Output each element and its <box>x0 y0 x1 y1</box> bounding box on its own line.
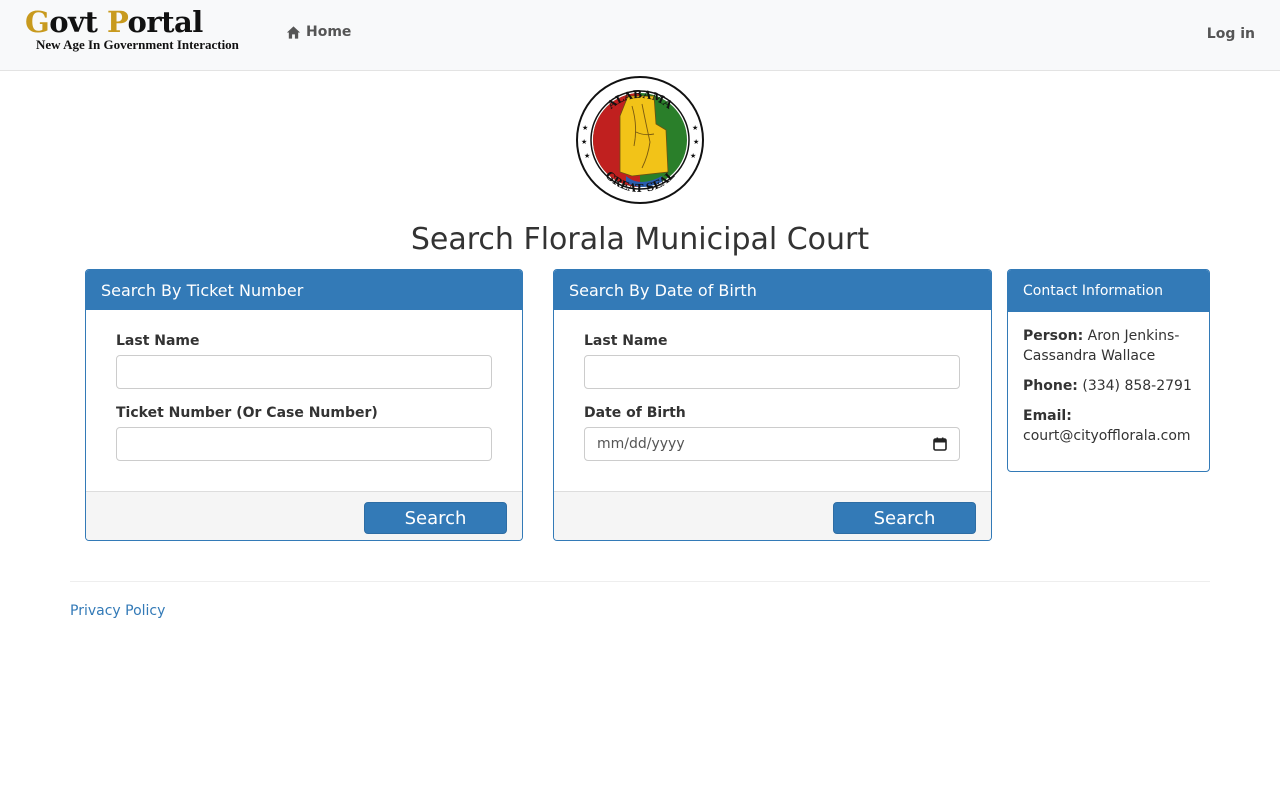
brand-subtitle: New Age In Government Interaction <box>36 37 239 52</box>
brand-logo[interactable]: Govt Portal New Age In Government Intera… <box>25 6 255 56</box>
dob-last-name-label: Last Name <box>584 333 668 349</box>
contact-panel-body: Person: Aron Jenkins-Cassandra Wallace P… <box>1008 312 1209 471</box>
alabama-great-seal-image: ALABAMA GREAT SEAL ★ ★ ★ ★ ★ ★ <box>576 76 704 204</box>
dob-last-name-input[interactable] <box>584 355 960 389</box>
dob-search-button[interactable]: Search <box>833 502 976 534</box>
page-title: Search Florala Municipal Court <box>410 222 870 257</box>
svg-text:★: ★ <box>692 124 698 132</box>
dob-panel-footer: Search <box>554 491 991 540</box>
login-link[interactable]: Log in <box>1207 26 1255 42</box>
dob-label: Date of Birth <box>584 405 686 421</box>
privacy-policy-link[interactable]: Privacy Policy <box>70 603 165 619</box>
brand-title: Govt Portal <box>25 5 203 39</box>
ticket-last-name-input[interactable] <box>116 355 492 389</box>
calendar-icon[interactable] <box>933 437 947 451</box>
dob-panel-body: Last Name Date of Birth mm/dd/yyyy <box>554 310 991 491</box>
ticket-number-input[interactable] <box>116 427 492 461</box>
dob-placeholder: mm/dd/yyyy <box>597 436 685 452</box>
contact-phone-row: Phone: (334) 858-2791 <box>1023 376 1194 396</box>
footer-divider <box>70 581 1210 582</box>
ticket-number-label: Ticket Number (Or Case Number) <box>116 405 378 421</box>
ticket-search-button[interactable]: Search <box>364 502 507 534</box>
nav-home-link[interactable]: Home <box>286 24 351 40</box>
nav-home-label: Home <box>306 24 352 40</box>
dob-panel-heading: Search By Date of Birth <box>554 270 991 310</box>
svg-text:★: ★ <box>581 138 587 146</box>
home-icon <box>286 25 301 39</box>
svg-text:★: ★ <box>584 152 590 160</box>
svg-text:★: ★ <box>582 124 588 132</box>
ticket-panel-body: Last Name Ticket Number (Or Case Number) <box>86 310 522 491</box>
person-label: Person: <box>1023 328 1084 344</box>
ticket-panel-heading: Search By Ticket Number <box>86 270 522 310</box>
phone-label: Phone: <box>1023 378 1078 394</box>
phone-value: (334) 858-2791 <box>1082 378 1192 394</box>
contact-panel-heading: Contact Information <box>1008 270 1209 312</box>
email-label: Email: <box>1023 408 1072 424</box>
svg-text:★: ★ <box>693 138 699 146</box>
date-of-birth-input[interactable]: mm/dd/yyyy <box>584 427 960 461</box>
ticket-search-panel: Search By Ticket Number Last Name Ticket… <box>85 269 523 541</box>
contact-person-row: Person: Aron Jenkins-Cassandra Wallace <box>1023 326 1194 366</box>
dob-search-panel: Search By Date of Birth Last Name Date o… <box>553 269 992 541</box>
ticket-last-name-label: Last Name <box>116 333 200 349</box>
ticket-panel-footer: Search <box>86 491 522 540</box>
contact-email-row: Email: court@cityofflorala.com <box>1023 406 1194 446</box>
top-navbar: Govt Portal New Age In Government Intera… <box>0 0 1280 71</box>
email-value: court@cityofflorala.com <box>1023 428 1191 444</box>
contact-info-panel: Contact Information Person: Aron Jenkins… <box>1007 269 1210 472</box>
svg-text:★: ★ <box>690 152 696 160</box>
